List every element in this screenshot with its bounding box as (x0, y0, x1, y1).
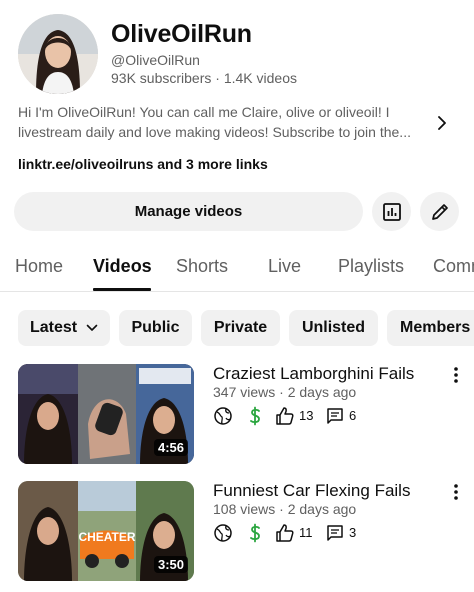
more-vert-icon[interactable] (448, 366, 464, 384)
thumbs-up-icon (276, 407, 294, 425)
tab-home[interactable]: Home (15, 256, 63, 277)
video-stats: 11 3 (213, 523, 413, 545)
video-item[interactable]: CHEATER 3:50 Funniest Car Flexing Fails … (18, 481, 474, 581)
comment-count: 3 (349, 525, 357, 540)
chip-unlisted[interactable]: Unlisted (289, 310, 378, 346)
thumbnail-caption: CHEATER (78, 530, 135, 544)
video-meta: 108 views · 2 days ago (213, 501, 357, 517)
tab-shorts[interactable]: Shorts (176, 256, 228, 277)
thumbs-up-icon (276, 524, 294, 542)
edit-channel-button[interactable] (420, 192, 459, 231)
video-thumbnail[interactable]: 4:56 (18, 364, 194, 464)
video-duration: 4:56 (153, 439, 188, 456)
comment-count: 6 (349, 408, 357, 423)
video-stats: 13 6 (213, 406, 413, 428)
video-thumbnail[interactable]: CHEATER 3:50 (18, 481, 194, 581)
channel-stats: 93K subscribers · 1.4K videos (111, 70, 297, 86)
channel-links[interactable]: linktr.ee/oliveoilruns and 3 more links (18, 156, 268, 172)
chevron-down-icon (86, 324, 98, 331)
globe-icon (214, 407, 232, 425)
video-item[interactable]: 4:56 Craziest Lamborghini Fails 347 view… (18, 364, 474, 464)
tab-videos[interactable]: Videos (93, 256, 152, 277)
channel-header: OliveOilRun @OliveOilRun 93K subscribers… (18, 14, 458, 94)
comment-icon (327, 525, 343, 541)
video-meta: 347 views · 2 days ago (213, 384, 357, 400)
globe-icon (214, 524, 232, 542)
video-title[interactable]: Craziest Lamborghini Fails (213, 364, 414, 384)
video-duration: 3:50 (153, 556, 188, 573)
pencil-icon (431, 203, 448, 220)
more-vert-icon[interactable] (448, 483, 464, 501)
channel-handle: @OliveOilRun (111, 52, 200, 68)
comment-icon (327, 408, 343, 424)
tab-playlists[interactable]: Playlists (338, 256, 404, 277)
active-tab-indicator (93, 288, 151, 291)
chip-label: Latest (29, 319, 78, 336)
channel-tabs: Home Videos Shorts Live Playlists Comm (0, 244, 474, 292)
channel-description[interactable]: Hi I'm OliveOilRun! You can call me Clai… (18, 102, 418, 142)
video-title[interactable]: Funniest Car Flexing Fails (213, 481, 410, 501)
channel-name: OliveOilRun (111, 20, 252, 48)
chip-latest[interactable]: Latest (18, 310, 110, 346)
chevron-right-icon[interactable] (434, 114, 450, 132)
bio-line: Hi I'm OliveOilRun! You can call me Clai… (18, 104, 390, 120)
bio-line: livestream daily and love making videos!… (18, 124, 411, 140)
analytics-button[interactable] (372, 192, 411, 231)
chip-private[interactable]: Private (201, 310, 280, 346)
dollar-icon (250, 523, 260, 543)
chip-members[interactable]: Members (387, 310, 474, 346)
tab-live[interactable]: Live (268, 256, 301, 277)
dollar-icon (250, 406, 260, 426)
avatar-image (18, 14, 98, 94)
chip-public[interactable]: Public (119, 310, 192, 346)
manage-videos-button[interactable]: Manage videos (14, 192, 363, 231)
like-count: 13 (299, 408, 314, 423)
bar-chart-icon (382, 202, 401, 221)
like-count: 11 (299, 525, 313, 540)
tab-community[interactable]: Comm (433, 256, 474, 277)
channel-avatar[interactable] (18, 14, 98, 94)
